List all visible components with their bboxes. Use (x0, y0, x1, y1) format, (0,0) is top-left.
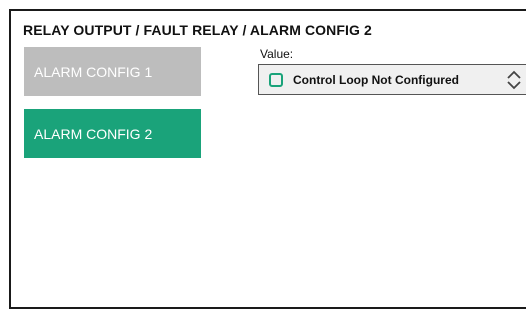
square-outline-icon (269, 72, 283, 87)
alarm-config-1-label: ALARM CONFIG 1 (34, 63, 153, 80)
alarm-config-2-button[interactable]: ALARM CONFIG 2 (24, 109, 201, 158)
value-selected-text: Control Loop Not Configured (293, 72, 459, 87)
alarm-config-1-button[interactable]: ALARM CONFIG 1 (24, 47, 201, 96)
up-down-chevron-icon[interactable] (505, 70, 523, 90)
main-panel: RELAY OUTPUT / FAULT RELAY / ALARM CONFI… (9, 9, 526, 309)
page-title: RELAY OUTPUT / FAULT RELAY / ALARM CONFI… (23, 22, 372, 38)
value-select[interactable]: Control Loop Not Configured (258, 64, 526, 95)
alarm-config-2-label: ALARM CONFIG 2 (34, 125, 153, 142)
value-label: Value: (260, 47, 294, 61)
